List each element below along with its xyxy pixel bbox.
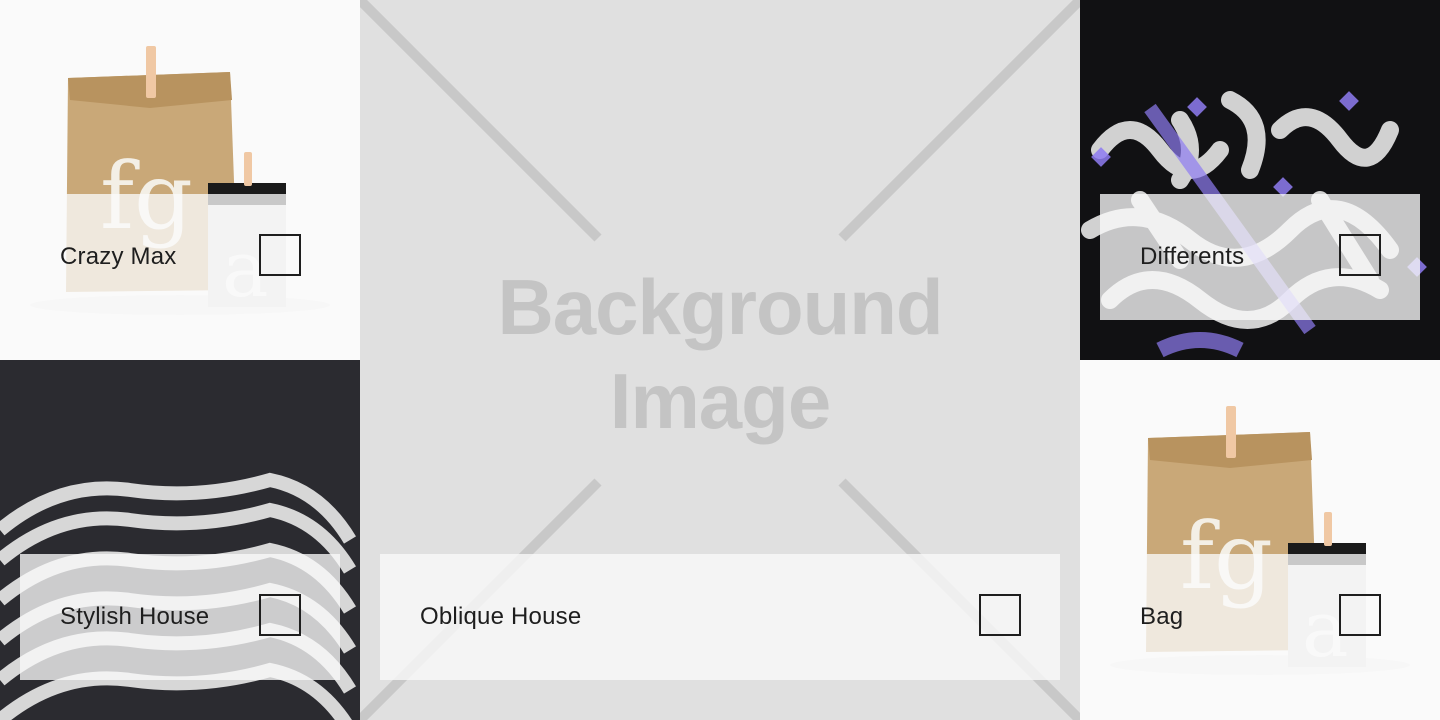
card-stylish-house-label: Stylish House — [60, 603, 210, 630]
card-crazy-max-checkbox[interactable] — [259, 234, 301, 276]
placeholder-line-1: Background — [497, 263, 943, 351]
card-differents: Differents — [1100, 194, 1420, 320]
card-bag-label: Bag — [1140, 603, 1184, 630]
card-stylish-house-checkbox[interactable] — [259, 594, 301, 636]
card-crazy-max-label: Crazy Max — [60, 243, 177, 270]
placeholder-text: Background Image — [360, 260, 1080, 448]
card-differents-checkbox[interactable] — [1339, 234, 1381, 276]
card-oblique-house: Oblique House — [380, 554, 1060, 680]
card-oblique-house-label: Oblique House — [420, 603, 582, 630]
card-bag: Bag — [1100, 554, 1420, 680]
card-oblique-house-checkbox[interactable] — [979, 594, 1021, 636]
placeholder-line-2: Image — [609, 357, 831, 445]
card-stylish-house: Stylish House — [20, 554, 340, 680]
card-bag-checkbox[interactable] — [1339, 594, 1381, 636]
card-differents-label: Differents — [1140, 243, 1245, 270]
card-crazy-max: Crazy Max — [20, 194, 340, 320]
